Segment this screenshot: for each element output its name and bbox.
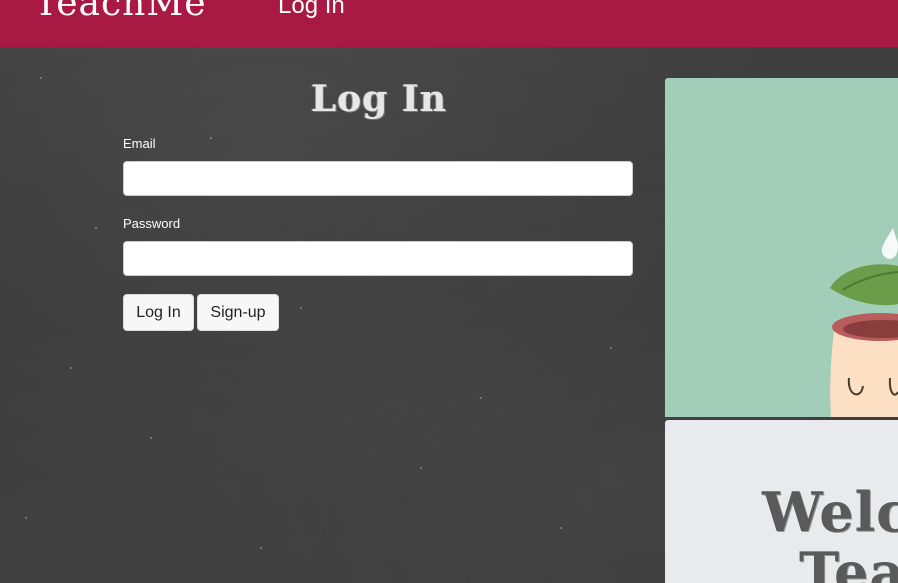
welcome-line-2: Tea (799, 540, 898, 583)
email-field[interactable] (123, 161, 633, 196)
password-label: Password (123, 216, 181, 231)
top-navbar: TeachMe Log In (0, 0, 898, 47)
welcome-line-1: Welco (762, 480, 898, 544)
welcome-card: Welco Tea (665, 420, 898, 583)
brand-logo[interactable]: TeachMe (34, 0, 207, 22)
password-field[interactable] (123, 241, 633, 276)
form-title: Log In (310, 78, 448, 120)
nav-login-link[interactable]: Log In (278, 0, 345, 18)
plant-pot-icon (830, 228, 898, 417)
login-button[interactable]: Log In (123, 294, 194, 331)
signup-button[interactable]: Sign-up (197, 294, 279, 331)
email-label: Email (123, 136, 156, 151)
welcome-heading: Welco Tea (762, 482, 898, 583)
plant-illustration (665, 78, 898, 417)
